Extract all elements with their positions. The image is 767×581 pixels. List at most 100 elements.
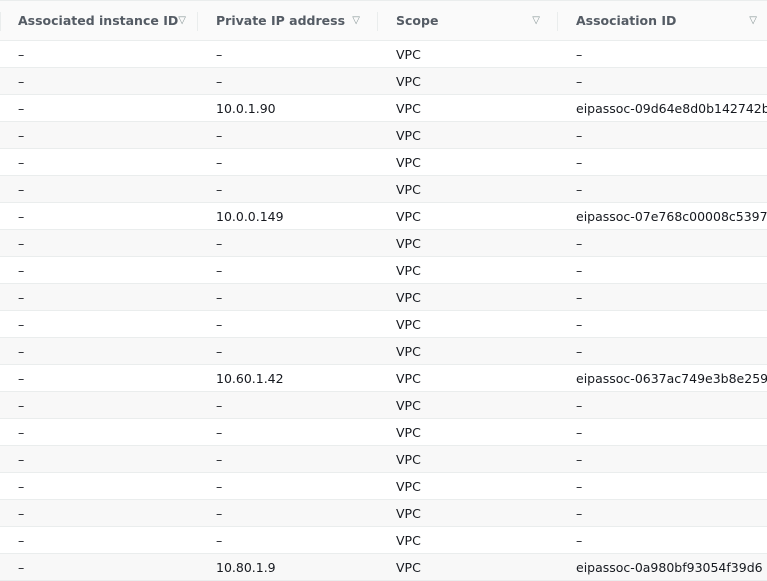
cell-associated-instance-id: – xyxy=(18,289,25,305)
column-header-scope[interactable]: Scope ▽ xyxy=(378,1,558,40)
cell-private-ip-address: 10.0.1.90 xyxy=(216,100,276,116)
table-row[interactable]: – – VPC – xyxy=(0,176,767,203)
cell-scope: VPC xyxy=(396,343,421,359)
cell-scope: VPC xyxy=(396,532,421,548)
cell-private-ip-address: – xyxy=(216,532,223,548)
table-row[interactable]: – – VPC – xyxy=(0,500,767,527)
cell-association-id: – xyxy=(576,181,583,197)
cell-associated-instance-id: – xyxy=(18,478,25,494)
cell-associated-instance-id: – xyxy=(18,100,25,116)
cell-scope: VPC xyxy=(396,424,421,440)
cell-association-id: eipassoc-07e768c00008c5397 xyxy=(576,208,767,224)
cell-scope: VPC xyxy=(396,181,421,197)
cell-association-id: eipassoc-0637ac749e3b8e259 xyxy=(576,370,767,386)
table-row[interactable]: – – VPC – xyxy=(0,473,767,500)
cell-private-ip-address: – xyxy=(216,478,223,494)
table-row[interactable]: – – VPC – xyxy=(0,257,767,284)
cell-private-ip-address: 10.60.1.42 xyxy=(216,370,284,386)
cell-scope: VPC xyxy=(396,154,421,170)
filter-triangle-icon[interactable]: ▽ xyxy=(532,15,540,26)
cell-associated-instance-id: – xyxy=(18,559,25,575)
table-row[interactable]: – – VPC – xyxy=(0,311,767,338)
cell-scope: VPC xyxy=(396,370,421,386)
cell-association-id: – xyxy=(576,451,583,467)
cell-private-ip-address: – xyxy=(216,505,223,521)
table-row[interactable]: – – VPC – xyxy=(0,338,767,365)
cell-association-id: – xyxy=(576,532,583,548)
table-row[interactable]: – 10.0.0.149 VPC eipassoc-07e768c00008c5397 xyxy=(0,203,767,230)
cell-scope: VPC xyxy=(396,505,421,521)
cell-association-id: – xyxy=(576,424,583,440)
cell-association-id: – xyxy=(576,316,583,332)
cell-associated-instance-id: – xyxy=(18,127,25,143)
cell-associated-instance-id: – xyxy=(18,73,25,89)
table-row[interactable]: – 10.80.1.9 VPC eipassoc-0a980bf93054f39d6 xyxy=(0,554,767,581)
cell-association-id: – xyxy=(576,46,583,62)
column-header-association-id[interactable]: Association ID ▽ xyxy=(558,1,767,40)
cell-private-ip-address: – xyxy=(216,46,223,62)
table-header: Associated instance ID ▽ Private IP addr… xyxy=(0,0,767,41)
cell-scope: VPC xyxy=(396,208,421,224)
elastic-ip-table: Associated instance ID ▽ Private IP addr… xyxy=(0,0,767,581)
cell-private-ip-address: – xyxy=(216,181,223,197)
cell-association-id: – xyxy=(576,154,583,170)
cell-association-id: – xyxy=(576,235,583,251)
cell-private-ip-address: – xyxy=(216,343,223,359)
cell-scope: VPC xyxy=(396,235,421,251)
cell-private-ip-address: – xyxy=(216,73,223,89)
table-row[interactable]: – – VPC – xyxy=(0,527,767,554)
cell-private-ip-address: – xyxy=(216,424,223,440)
cell-scope: VPC xyxy=(396,478,421,494)
cell-associated-instance-id: – xyxy=(18,46,25,62)
cell-associated-instance-id: – xyxy=(18,424,25,440)
column-header-associated-instance-id[interactable]: Associated instance ID ▽ xyxy=(0,1,198,40)
column-label: Associated instance ID xyxy=(18,13,179,28)
cell-association-id: – xyxy=(576,343,583,359)
cell-association-id: – xyxy=(576,397,583,413)
table-row[interactable]: – – VPC – xyxy=(0,446,767,473)
cell-scope: VPC xyxy=(396,100,421,116)
cell-associated-instance-id: – xyxy=(18,451,25,467)
column-label: Scope xyxy=(396,13,439,28)
table-row[interactable]: – – VPC – xyxy=(0,230,767,257)
table-row[interactable]: – – VPC – xyxy=(0,122,767,149)
table-row[interactable]: – 10.0.1.90 VPC eipassoc-09d64e8d0b142742b xyxy=(0,95,767,122)
cell-private-ip-address: 10.0.0.149 xyxy=(216,208,284,224)
cell-private-ip-address: – xyxy=(216,235,223,251)
table-row[interactable]: – 10.60.1.42 VPC eipassoc-0637ac749e3b8e259 xyxy=(0,365,767,392)
cell-private-ip-address: – xyxy=(216,451,223,467)
cell-association-id: eipassoc-0a980bf93054f39d6 xyxy=(576,559,763,575)
table-body: – – VPC – – – VPC – – 10.0.1.90 VPC eipassoc-09d64e… xyxy=(0,41,767,581)
cell-private-ip-address: – xyxy=(216,397,223,413)
cell-associated-instance-id: – xyxy=(18,316,25,332)
cell-associated-instance-id: – xyxy=(18,154,25,170)
cell-associated-instance-id: – xyxy=(18,235,25,251)
table-row[interactable]: – – VPC – xyxy=(0,284,767,311)
cell-associated-instance-id: – xyxy=(18,343,25,359)
cell-private-ip-address: – xyxy=(216,289,223,305)
table-row[interactable]: – – VPC – xyxy=(0,392,767,419)
table-row[interactable]: – – VPC – xyxy=(0,419,767,446)
table-row[interactable]: – – VPC – xyxy=(0,149,767,176)
cell-scope: VPC xyxy=(396,451,421,467)
cell-associated-instance-id: – xyxy=(18,181,25,197)
cell-scope: VPC xyxy=(396,262,421,278)
cell-scope: VPC xyxy=(396,559,421,575)
filter-triangle-icon[interactable]: ▽ xyxy=(178,15,186,26)
column-label: Private IP address xyxy=(216,13,346,28)
cell-private-ip-address: – xyxy=(216,154,223,170)
column-header-private-ip-address[interactable]: Private IP address ▽ xyxy=(198,1,378,40)
cell-association-id: – xyxy=(576,262,583,278)
cell-association-id: – xyxy=(576,478,583,494)
table-row[interactable]: – – VPC – xyxy=(0,68,767,95)
cell-private-ip-address: 10.80.1.9 xyxy=(216,559,276,575)
cell-private-ip-address: – xyxy=(216,316,223,332)
cell-scope: VPC xyxy=(396,316,421,332)
column-label: Association ID xyxy=(576,13,677,28)
table-row[interactable]: – – VPC – xyxy=(0,41,767,68)
filter-triangle-icon[interactable]: ▽ xyxy=(749,15,757,26)
filter-triangle-icon[interactable]: ▽ xyxy=(352,15,360,26)
cell-scope: VPC xyxy=(396,397,421,413)
cell-association-id: – xyxy=(576,505,583,521)
cell-associated-instance-id: – xyxy=(18,262,25,278)
